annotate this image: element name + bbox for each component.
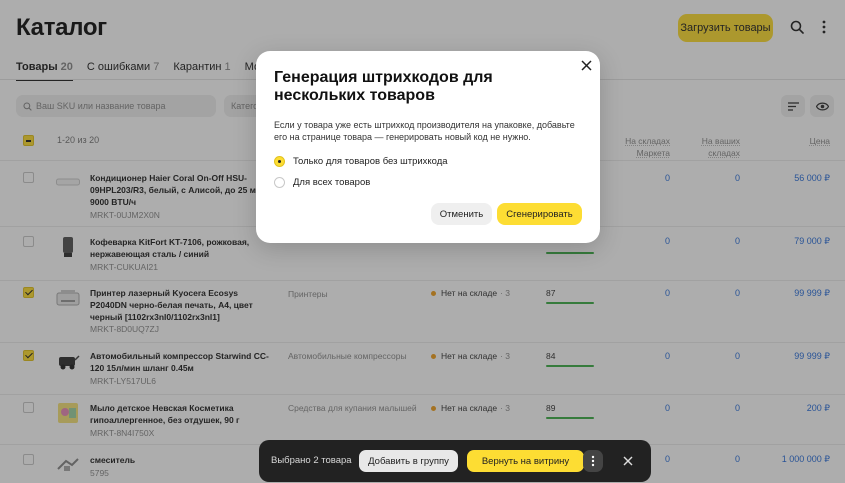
more-vertical-icon	[591, 455, 595, 467]
selected-count: Выбрано 2 товара	[271, 455, 352, 466]
option-all-products[interactable]: Для всех товаров	[274, 177, 370, 188]
cancel-button[interactable]: Отменить	[431, 203, 492, 225]
dialog-title: Генерация штрихкодов для нескольких това…	[274, 69, 493, 104]
radio-selected[interactable]	[274, 156, 285, 167]
close-icon[interactable]	[621, 454, 635, 468]
add-to-group-button[interactable]: Добавить в группу	[359, 450, 458, 472]
radio-unselected[interactable]	[274, 177, 285, 188]
option-without-barcode[interactable]: Только для товаров без штрихкода	[274, 156, 448, 167]
return-to-showcase-button[interactable]: Вернуть на витрину	[467, 450, 584, 472]
close-icon[interactable]	[578, 57, 594, 73]
dialog-description: Если у товара уже есть штрихкод производ…	[274, 120, 575, 142]
bulk-action-bar: Выбрано 2 товара Добавить в группу Верну…	[259, 440, 651, 482]
more-actions-button[interactable]	[583, 450, 603, 472]
generate-button[interactable]: Сгенерировать	[497, 203, 582, 225]
barcode-generation-dialog: Генерация штрихкодов для нескольких това…	[256, 51, 600, 243]
